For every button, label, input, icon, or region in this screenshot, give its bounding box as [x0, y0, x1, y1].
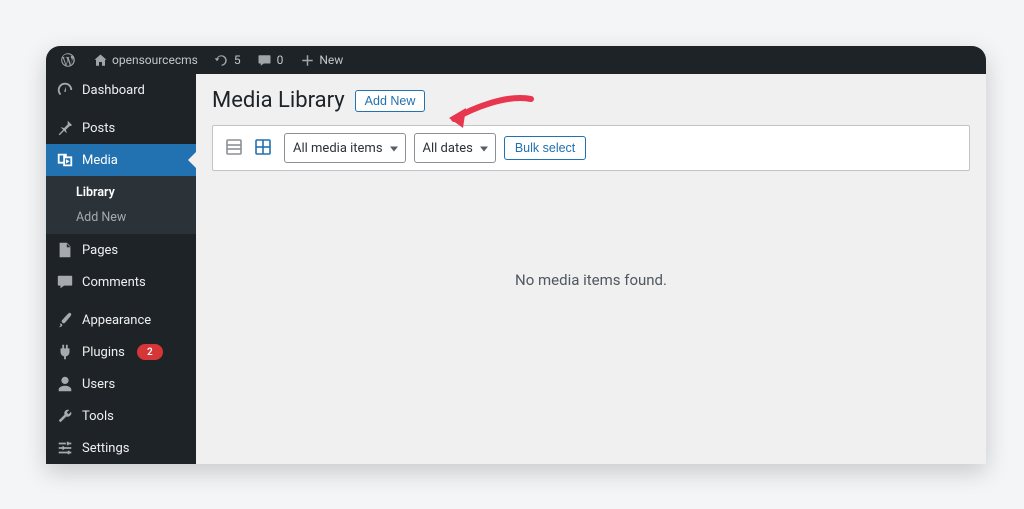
brush-icon	[56, 311, 74, 329]
plus-icon	[299, 52, 315, 68]
updates-count: 5	[234, 53, 241, 67]
select-value: All dates	[423, 141, 473, 156]
site-name-label: opensourcecms	[112, 53, 198, 67]
site-name-link[interactable]: opensourcecms	[88, 52, 202, 68]
home-icon	[92, 52, 108, 68]
sidebar-item-media[interactable]: Media	[46, 144, 196, 176]
sidebar-item-label: Appearance	[82, 313, 151, 328]
sidebar-item-tools[interactable]: Tools	[46, 400, 196, 432]
plugins-badge: 2	[137, 344, 163, 360]
select-value: All media items	[293, 141, 383, 156]
admin-bar: opensourcecms 5 0 New	[46, 46, 986, 74]
dashboard-icon	[56, 81, 74, 99]
sidebar-item-appearance[interactable]: Appearance	[46, 304, 196, 336]
submenu-item-library[interactable]: Library	[46, 180, 196, 205]
submenu-item-label: Library	[76, 185, 115, 200]
comments-count: 0	[277, 53, 284, 67]
wp-logo[interactable]	[56, 52, 80, 68]
sidebar-item-label: Users	[82, 377, 115, 392]
sidebar-item-label: Pages	[82, 243, 118, 258]
admin-sidebar: Dashboard Posts Media Library	[46, 74, 196, 464]
submenu-item-addnew[interactable]: Add New	[46, 205, 196, 230]
media-toolbar: All media items All dates Bulk select	[212, 125, 970, 171]
refresh-icon	[214, 52, 230, 68]
empty-state-message: No media items found.	[212, 171, 970, 289]
wrench-icon	[56, 407, 74, 425]
page-title: Media Library	[212, 88, 345, 113]
date-filter[interactable]: All dates	[414, 133, 496, 163]
sidebar-item-pages[interactable]: Pages	[46, 234, 196, 266]
sidebar-item-comments[interactable]: Comments	[46, 266, 196, 298]
media-icon	[56, 151, 74, 169]
sliders-icon	[56, 439, 74, 457]
pin-icon	[56, 119, 74, 137]
updates-link[interactable]: 5	[210, 52, 245, 68]
media-type-filter[interactable]: All media items	[284, 133, 406, 163]
grid-view-button[interactable]	[250, 135, 276, 161]
new-content-link[interactable]: New	[295, 52, 347, 68]
view-switch	[221, 135, 276, 161]
grid-icon	[253, 137, 273, 160]
sidebar-item-label: Posts	[82, 121, 115, 136]
comment-icon	[56, 273, 74, 291]
sidebar-item-users[interactable]: Users	[46, 368, 196, 400]
sidebar-item-posts[interactable]: Posts	[46, 112, 196, 144]
sidebar-item-label: Settings	[82, 441, 129, 456]
add-new-button[interactable]: Add New	[355, 90, 426, 112]
list-view-button[interactable]	[221, 135, 247, 161]
list-icon	[224, 137, 244, 160]
wordpress-icon	[60, 52, 76, 68]
page-header: Media Library Add New	[212, 84, 970, 125]
sidebar-item-label: Plugins	[82, 345, 125, 360]
user-icon	[56, 375, 74, 393]
sidebar-item-label: Media	[82, 153, 118, 168]
page-icon	[56, 241, 74, 259]
media-submenu: Library Add New	[46, 176, 196, 234]
new-label: New	[319, 53, 343, 67]
bulk-select-button[interactable]: Bulk select	[504, 136, 586, 160]
sidebar-item-plugins[interactable]: Plugins 2	[46, 336, 196, 368]
sidebar-item-settings[interactable]: Settings	[46, 432, 196, 464]
sidebar-item-label: Dashboard	[82, 83, 145, 98]
media-library-content: Media Library Add New	[196, 74, 986, 464]
comment-icon	[257, 52, 273, 68]
comments-link[interactable]: 0	[253, 52, 288, 68]
plug-icon	[56, 343, 74, 361]
sidebar-item-dashboard[interactable]: Dashboard	[46, 74, 196, 106]
sidebar-item-label: Comments	[82, 275, 146, 290]
submenu-item-label: Add New	[76, 210, 126, 225]
wp-admin-window: opensourcecms 5 0 New	[46, 46, 986, 464]
sidebar-item-label: Tools	[82, 409, 114, 424]
